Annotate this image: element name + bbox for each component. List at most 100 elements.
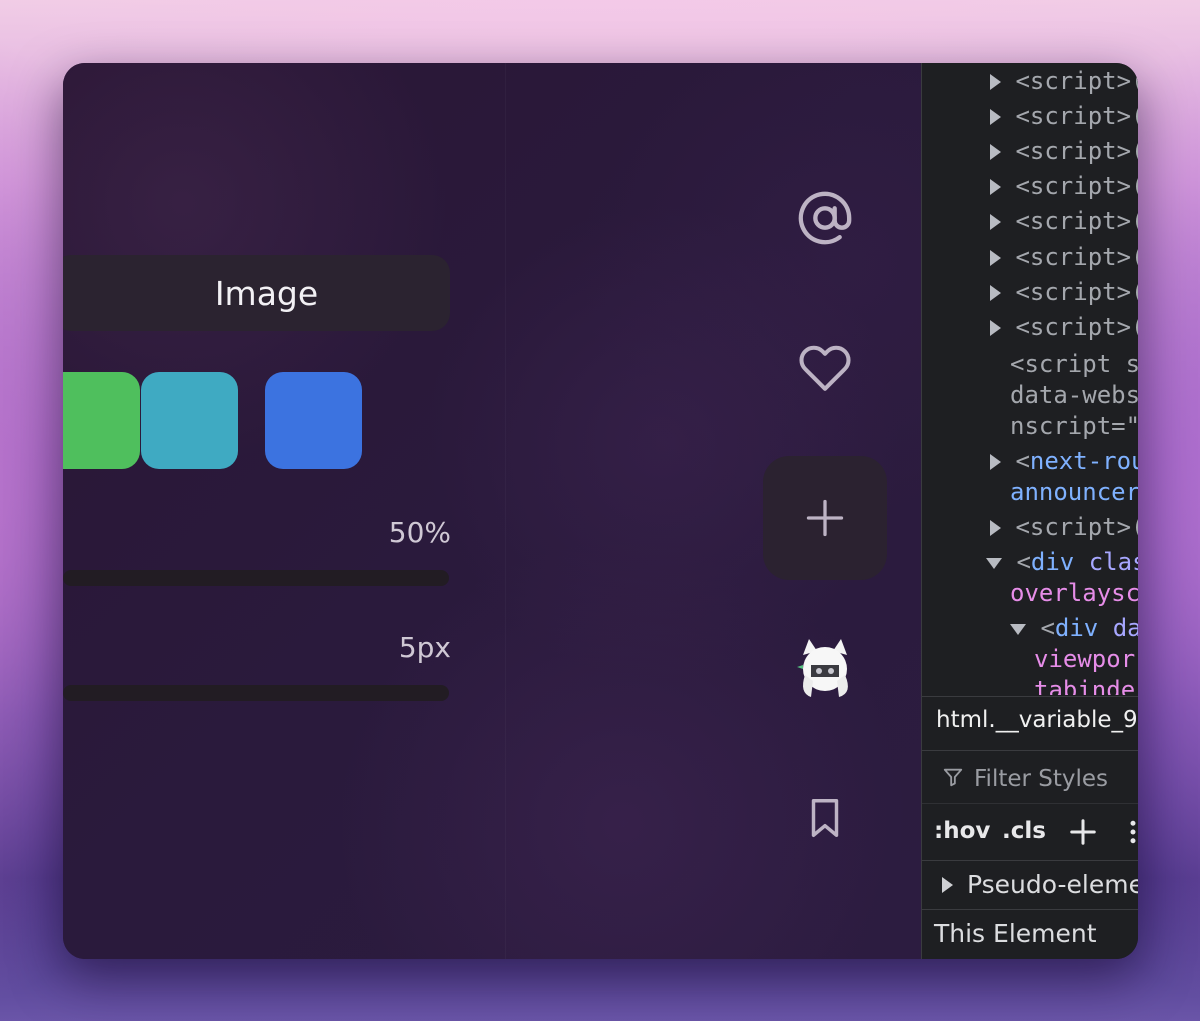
tag-text: <script> — [1015, 67, 1132, 95]
dom-node-script[interactable]: <script>( — [990, 278, 1138, 306]
dom-node-script-src[interactable]: <script s — [1010, 350, 1138, 378]
dom-node-script[interactable]: <script>( — [990, 137, 1138, 165]
color-swatch-green[interactable] — [63, 372, 140, 469]
dom-node-script[interactable]: <script>( — [990, 313, 1138, 341]
tag-text: <script> — [1015, 313, 1132, 341]
tag-text: <script> — [1015, 513, 1132, 541]
tag-text: <script> — [1015, 137, 1132, 165]
avatar[interactable] — [795, 635, 855, 701]
attr-value: tabinde — [1034, 676, 1136, 695]
editor-canvas: Image 50% 5px — [63, 63, 921, 959]
dom-node-continuation: overlaysc — [1010, 579, 1138, 607]
cls-toggle[interactable]: .cls — [1002, 818, 1046, 844]
tag-bracket: < — [1040, 614, 1055, 642]
styles-toolbar: :hov .cls — [922, 804, 1138, 861]
breadcrumb-item[interactable]: html.__variable_9 — [936, 707, 1138, 733]
filter-icon — [943, 768, 963, 787]
expand-triangle-icon[interactable] — [990, 74, 1001, 90]
tag-trail: ( — [1131, 172, 1138, 200]
color-swatch-blue[interactable] — [265, 372, 362, 469]
attr-value: viewpor — [1034, 645, 1136, 673]
tag-bracket: < — [1016, 548, 1031, 576]
dom-node-text: nscript=" — [1010, 412, 1138, 440]
filter-styles-input[interactable]: Filter Styles — [922, 751, 1138, 804]
likes-button[interactable] — [763, 306, 887, 430]
expand-triangle-icon[interactable] — [990, 250, 1001, 266]
bookmarks-button[interactable] — [763, 756, 887, 880]
expand-triangle-icon[interactable] — [990, 214, 1001, 230]
plus-icon — [806, 499, 844, 537]
tag-trail: ( — [1131, 207, 1138, 235]
dom-node-next-route-announcer[interactable]: <next-rou — [990, 447, 1138, 475]
expand-triangle-icon[interactable] — [990, 454, 1001, 470]
expand-triangle-icon[interactable] — [990, 285, 1001, 301]
attr-name: da — [1098, 614, 1138, 642]
app-window: Image 50% 5px <script> <script> <script>… — [63, 63, 1138, 959]
tag-text: <script> — [1015, 172, 1132, 200]
tag-trail: ( — [1131, 513, 1138, 541]
create-button[interactable] — [763, 456, 887, 580]
tag-trail: ( — [1131, 313, 1138, 341]
tag-text: <script> — [1015, 278, 1132, 306]
dom-node-script[interactable]: <script>( — [990, 207, 1138, 235]
breadcrumb[interactable]: html.__variable_9 — [922, 696, 1138, 751]
devtools-panel: <script>( <script>( <script>( <script>( … — [921, 63, 1138, 959]
side-rail — [763, 63, 891, 959]
dom-node-continuation: announcer — [1010, 478, 1138, 506]
collapse-triangle-icon[interactable] — [1010, 623, 1026, 635]
dom-node-script[interactable]: <script>( — [990, 102, 1138, 130]
tag-text: <script> — [1015, 102, 1132, 130]
color-swatch-teal[interactable] — [141, 372, 238, 469]
tag-name: next-rou — [1029, 447, 1138, 475]
tag-text: <script> — [1015, 207, 1132, 235]
expand-triangle-icon[interactable] — [990, 144, 1001, 160]
hov-toggle[interactable]: :hov — [934, 818, 990, 844]
mentions-button[interactable] — [763, 156, 887, 280]
tag-trail: ( — [1131, 102, 1138, 130]
dom-node-continuation: viewpor — [1034, 645, 1135, 673]
tag-bracket: < — [1015, 447, 1030, 475]
dom-node-script[interactable]: <script>( — [990, 513, 1138, 541]
opacity-value: 50% — [388, 516, 451, 549]
opacity-slider[interactable] — [63, 570, 449, 586]
collapse-triangle-icon[interactable] — [986, 557, 1002, 569]
panel-divider — [505, 63, 506, 959]
dom-node-continuation: nscript=" — [1010, 412, 1138, 440]
pseudo-elements-label: Pseudo-eleme — [967, 870, 1138, 899]
dom-node-script[interactable]: <script>( — [990, 67, 1138, 95]
pseudo-elements-section[interactable]: Pseudo-eleme — [922, 861, 1138, 910]
expand-triangle-icon[interactable] — [942, 877, 953, 893]
size-value: 5px — [398, 631, 451, 664]
tag-trail: ( — [1131, 243, 1138, 271]
dom-node-div-data[interactable]: <div da — [1010, 614, 1138, 642]
dom-node-text: <script s — [1010, 350, 1138, 378]
dom-node-continuation: data-webs — [1010, 381, 1138, 409]
expand-triangle-icon[interactable] — [990, 109, 1001, 125]
expand-triangle-icon[interactable] — [990, 320, 1001, 336]
dom-node-div-class[interactable]: <div clas — [986, 548, 1138, 576]
dom-tree[interactable]: <script>( <script>( <script>( <script>( … — [922, 63, 1138, 695]
tag-trail: ( — [1131, 278, 1138, 306]
heart-icon — [799, 345, 851, 391]
plus-icon[interactable] — [1068, 817, 1098, 847]
image-tab-label: Image — [214, 273, 319, 313]
tag-name: div — [1030, 548, 1075, 576]
expand-triangle-icon[interactable] — [990, 520, 1001, 536]
at-sign-icon — [798, 191, 852, 245]
tag-trail: ( — [1131, 137, 1138, 165]
dom-node-script[interactable]: <script>( — [990, 172, 1138, 200]
bookmark-icon — [811, 799, 839, 837]
dom-node-text: data-webs — [1010, 381, 1138, 409]
tag-trail: ( — [1131, 67, 1138, 95]
image-tab[interactable]: Image — [63, 255, 450, 331]
dom-node-script[interactable]: <script>( — [990, 243, 1138, 271]
tag-name: div — [1054, 614, 1099, 642]
this-element-label: This Element — [934, 919, 1097, 948]
expand-triangle-icon[interactable] — [990, 179, 1001, 195]
attr-value: overlaysc — [1010, 579, 1138, 607]
size-slider[interactable] — [63, 685, 449, 701]
tag-text: <script> — [1015, 243, 1132, 271]
more-icon[interactable] — [1126, 817, 1138, 847]
styles-pane: Filter Styles :hov .cls Pseudo-eleme Thi… — [922, 751, 1138, 959]
attr-name: clas — [1088, 548, 1138, 576]
